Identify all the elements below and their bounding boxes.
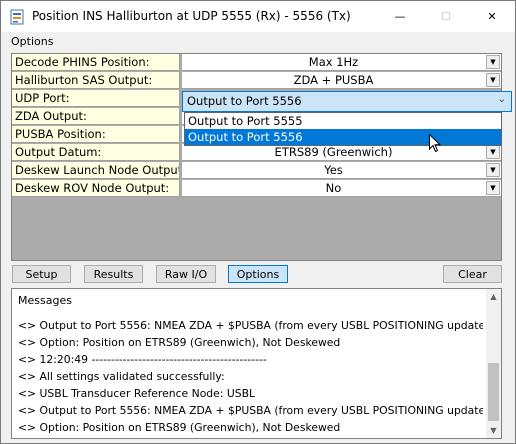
dropdown-arrow-icon[interactable]: ▼ (486, 73, 500, 87)
message-line: <> Output to Port 5556: NMEA ZDA + $PUSB… (18, 404, 483, 417)
scroll-down-icon[interactable]: ▼ (486, 423, 501, 438)
udp-port-dropdown-list: Output to Port 5555 Output to Port 5556 (184, 112, 502, 146)
setting-name: UDP Port: (12, 90, 180, 107)
dropdown-option-port-5555[interactable]: Output to Port 5555 (185, 113, 501, 129)
settings-row: Output Datum: ETRS89 (Greenwich) ▼ (12, 144, 501, 161)
clear-button[interactable]: Clear (443, 265, 502, 283)
setting-name: PUSBA Position: (12, 126, 180, 143)
options-group-label: Options (11, 35, 54, 48)
setting-value-combo[interactable]: ETRS89 (Greenwich) ▼ (182, 144, 501, 161)
message-line: <> Output to Port 5556: NMEA ZDA + $PUSB… (18, 319, 483, 332)
setting-value-combo[interactable]: Yes ▼ (182, 162, 501, 179)
setting-value: No (325, 181, 342, 195)
results-button[interactable]: Results (84, 265, 143, 283)
application-window: Position INS Halliburton at UDP 5555 (Rx… (0, 0, 516, 444)
title-bar[interactable]: Position INS Halliburton at UDP 5555 (Rx… (1, 1, 515, 32)
udp-port-value: Output to Port 5556 (187, 94, 302, 108)
settings-row: Halliburton SAS Output: ZDA + PUSBA ▼ (12, 72, 501, 89)
setting-name: Halliburton SAS Output: (12, 72, 180, 89)
setting-name: Output Datum: (12, 144, 180, 161)
maximize-button[interactable]: ☐ (423, 1, 469, 32)
scroll-up-icon[interactable]: ▲ (486, 289, 501, 304)
dropdown-option-port-5556[interactable]: Output to Port 5556 (185, 129, 501, 145)
message-line: <> All settings validated successfully: (18, 370, 225, 383)
message-line: <> Option: Position on ETRS89 (Greenwich… (18, 421, 341, 434)
messages-log: <> Output to Port 5556: NMEA ZDA + $PUSB… (18, 317, 483, 436)
setting-value-combo[interactable]: No ▼ (182, 180, 501, 197)
setting-name: Decode PHINS Position: (12, 54, 180, 71)
setting-name: Deskew Launch Node Output: (12, 162, 180, 179)
messages-scrollbar[interactable]: ▲ ▼ (486, 289, 501, 438)
setting-value: Max 1Hz (308, 55, 359, 69)
settings-grid: Decode PHINS Position: Max 1Hz ▼ Hallibu… (11, 53, 512, 261)
options-button[interactable]: Options (228, 265, 288, 283)
raw-io-button[interactable]: Raw I/O (156, 265, 216, 283)
messages-panel[interactable]: Messages <> Output to Port 5556: NMEA ZD… (11, 288, 502, 439)
scrollbar-thumb[interactable] (488, 363, 499, 421)
setting-value: ZDA + PUSBA (293, 73, 374, 87)
dropdown-arrow-icon[interactable]: ▼ (486, 163, 500, 177)
dropdown-arrow-icon[interactable]: ▼ (486, 145, 500, 159)
setting-value-combo[interactable]: ZDA + PUSBA ▼ (182, 72, 501, 89)
settings-row: Decode PHINS Position: Max 1Hz ▼ (12, 54, 501, 71)
setting-name: ZDA Output: (12, 108, 180, 125)
message-line: <> 12:20:49 ----------------------------… (18, 353, 267, 366)
message-line: <> Option: Position on ETRS89 (Greenwich… (18, 336, 341, 349)
udp-port-combo[interactable]: Output to Port 5556 ⌄ (182, 91, 512, 112)
close-button[interactable]: ✕ (469, 1, 515, 32)
setup-button[interactable]: Setup (12, 265, 71, 283)
mouse-pointer-icon (429, 134, 441, 153)
chevron-down-icon[interactable]: ⌄ (498, 94, 506, 105)
minimize-button[interactable]: — (377, 1, 423, 32)
message-line: <> USBL Transducer Reference Node: USBL (18, 387, 256, 400)
dropdown-arrow-icon[interactable]: ▼ (486, 181, 500, 195)
settings-row: Deskew ROV Node Output: No ▼ (12, 180, 501, 197)
app-icon (10, 9, 24, 25)
dropdown-arrow-icon[interactable]: ▼ (486, 55, 500, 69)
window-title: Position INS Halliburton at UDP 5555 (Rx… (32, 9, 351, 23)
messages-title: Messages (18, 294, 72, 307)
settings-row: Deskew Launch Node Output: Yes ▼ (12, 162, 501, 179)
setting-name: Deskew ROV Node Output: (12, 180, 180, 197)
setting-value-combo[interactable]: Max 1Hz ▼ (182, 54, 501, 71)
setting-value: Yes (324, 163, 343, 177)
